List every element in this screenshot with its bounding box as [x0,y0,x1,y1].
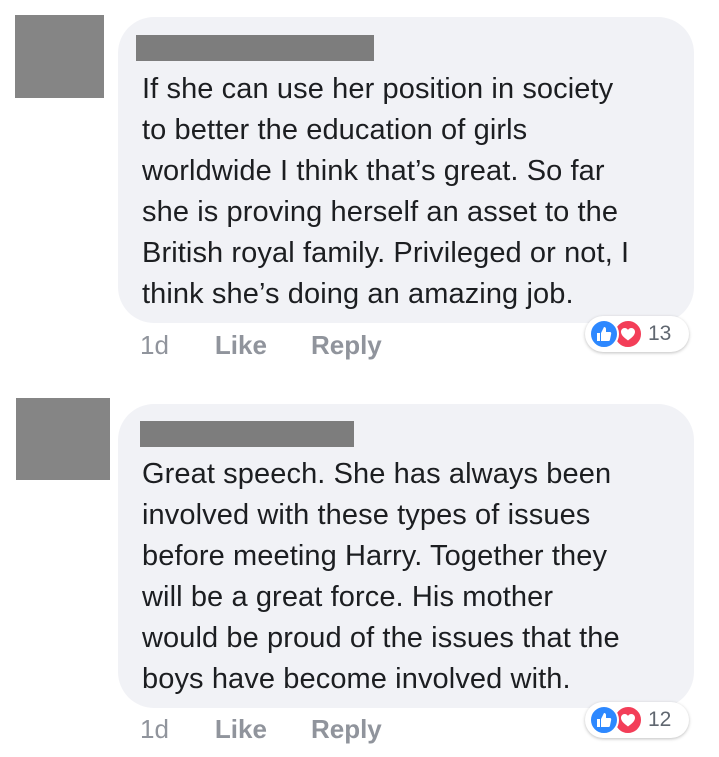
thumbs-up-icon [589,319,619,349]
reaction-count: 13 [648,322,672,345]
reply-button[interactable]: Reply [311,714,382,745]
comment-bubble: Great speech. She has always been involv… [118,404,694,708]
avatar[interactable] [15,15,104,98]
avatar[interactable] [16,398,110,480]
reaction-count: 12 [648,708,672,731]
comment-timestamp[interactable]: 1d [140,714,169,745]
comment-bubble: If she can use her position in society t… [118,17,694,323]
comment-actions: 1d Like Reply [140,714,426,745]
comment-text: If she can use her position in society t… [142,73,630,310]
comment-text: Great speech. She has always been involv… [142,458,620,695]
like-button[interactable]: Like [215,714,267,745]
comment-2: Great speech. She has always been involv… [0,384,719,757]
like-button[interactable]: Like [215,330,267,361]
author-name-redacted[interactable] [136,35,374,61]
comment-actions: 1d Like Reply [140,330,426,361]
comment-1: If she can use her position in society t… [0,0,719,380]
reply-button[interactable]: Reply [311,330,382,361]
reactions-summary[interactable]: 12 [585,702,689,738]
thumbs-up-icon [589,705,619,735]
comment-timestamp[interactable]: 1d [140,330,169,361]
reactions-summary[interactable]: 13 [585,316,689,352]
author-name-redacted[interactable] [140,421,354,447]
